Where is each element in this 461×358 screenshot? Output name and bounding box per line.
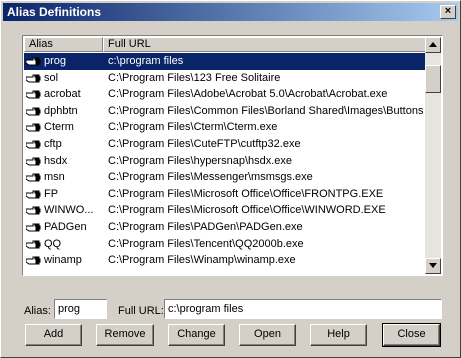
alias-definitions-dialog: Alias Definitions × Alias Full URL prog c… bbox=[0, 0, 461, 358]
pointing-hand-icon bbox=[25, 189, 42, 200]
scrollbar-thumb[interactable] bbox=[425, 65, 441, 93]
list-item[interactable]: cftp C:\Program Files\CuteFTP\cutftp32.ex… bbox=[24, 136, 426, 153]
full-url-label: Full URL: bbox=[118, 305, 164, 317]
pointing-hand-icon bbox=[25, 172, 42, 183]
list-item[interactable]: prog c:\program files bbox=[24, 53, 426, 70]
scroll-down-button[interactable] bbox=[425, 258, 441, 274]
list-item-url: C:\Program Files\Adobe\Acrobat 5.0\Acrob… bbox=[108, 88, 388, 101]
list-item-alias: Cterm bbox=[44, 121, 74, 134]
list-item-url: C:\Program Files\Tencent\QQ2000b.exe bbox=[108, 237, 304, 250]
list-item[interactable]: FP C:\Program Files\Microsoft Office\Offi… bbox=[24, 186, 426, 203]
pointing-hand-icon bbox=[25, 222, 42, 233]
list-item[interactable]: WINWO... C:\Program Files\Microsoft Offic… bbox=[24, 202, 426, 219]
alias-label: Alias: bbox=[24, 305, 51, 317]
list-item-url: C:\Program Files\Microsoft Office\Office… bbox=[108, 204, 386, 217]
help-button[interactable]: Help bbox=[310, 324, 367, 346]
list-item[interactable]: hsdx C:\Program Files\hypersnap\hsdx.exe bbox=[24, 153, 426, 170]
list-item-url: C:\Program Files\123 Free Solitaire bbox=[108, 71, 281, 84]
window-title: Alias Definitions bbox=[7, 5, 102, 19]
list-item[interactable]: dphbtn C:\Program Files\Common Files\Borl… bbox=[24, 103, 426, 120]
list-item-url: C:\Program Files\Messenger\msmsgs.exe bbox=[108, 171, 313, 184]
list-item-alias: sol bbox=[44, 71, 59, 84]
arrow-up-icon bbox=[429, 42, 437, 47]
vertical-scrollbar[interactable] bbox=[425, 37, 441, 274]
list-item-alias: prog bbox=[44, 55, 67, 67]
list-item-alias: acrobat bbox=[44, 88, 81, 101]
list-item-alias: dphbtn bbox=[44, 104, 78, 117]
list-item[interactable]: acrobat C:\Program Files\Adobe\Acrobat 5.… bbox=[24, 86, 426, 103]
list-item[interactable]: msn C:\Program Files\Messenger\msmsgs.exe bbox=[24, 169, 426, 186]
column-header-alias[interactable]: Alias bbox=[24, 37, 103, 52]
pointing-hand-icon bbox=[25, 89, 42, 100]
add-button[interactable]: Add bbox=[25, 324, 82, 346]
scroll-up-button[interactable] bbox=[425, 37, 441, 53]
list-item-url: C:\Program Files\Cterm\Cterm.exe bbox=[108, 121, 278, 134]
full-url-input[interactable] bbox=[164, 299, 442, 319]
list-item-url: C:\Program Files\PADGen\PADGen.exe bbox=[108, 220, 303, 233]
pointing-hand-icon bbox=[25, 255, 42, 266]
change-button[interactable]: Change bbox=[168, 324, 225, 346]
column-header-url[interactable]: Full URL bbox=[103, 37, 426, 52]
list-header: Alias Full URL bbox=[24, 37, 426, 52]
close-window-button[interactable]: × bbox=[440, 5, 456, 19]
list-item-url: C:\Program Files\hypersnap\hsdx.exe bbox=[108, 154, 293, 167]
remove-button[interactable]: Remove bbox=[96, 324, 154, 346]
close-button[interactable]: Close bbox=[382, 323, 441, 347]
pointing-hand-icon bbox=[25, 56, 42, 67]
list-item[interactable]: Cterm C:\Program Files\Cterm\Cterm.exe bbox=[24, 119, 426, 136]
list-item-url: c:\program files bbox=[108, 55, 184, 67]
title-bar[interactable]: Alias Definitions × bbox=[3, 3, 458, 21]
open-button[interactable]: Open bbox=[239, 324, 296, 346]
pointing-hand-icon bbox=[25, 73, 42, 84]
list-item[interactable]: winamp C:\Program Files\Winamp\winamp.exe bbox=[24, 252, 426, 269]
list-item[interactable]: QQ C:\Program Files\Tencent\QQ2000b.exe bbox=[24, 236, 426, 253]
list-item-alias: QQ bbox=[44, 237, 62, 250]
list-item-alias: FP bbox=[44, 187, 59, 200]
list-item-url: C:\Program Files\Winamp\winamp.exe bbox=[108, 254, 296, 267]
list-item[interactable]: PADGen C:\Program Files\PADGen\PADGen.exe bbox=[24, 219, 426, 236]
list-item-url: C:\Program Files\Microsoft Office\Office… bbox=[108, 187, 384, 200]
list-item-alias: hsdx bbox=[44, 154, 68, 167]
alias-input[interactable] bbox=[54, 299, 107, 319]
list-rows: prog c:\program files sol C:\Program Files\… bbox=[24, 53, 426, 269]
alias-list[interactable]: Alias Full URL prog c:\program files sol C:… bbox=[22, 35, 443, 276]
pointing-hand-icon bbox=[25, 139, 42, 150]
pointing-hand-icon bbox=[25, 239, 42, 250]
pointing-hand-icon bbox=[25, 122, 42, 133]
arrow-down-icon bbox=[429, 263, 437, 268]
list-item-alias: WINWO... bbox=[44, 204, 94, 217]
list-item-alias: winamp bbox=[44, 254, 82, 267]
list-item[interactable]: sol C:\Program Files\123 Free Solitaire bbox=[24, 70, 426, 87]
list-item-alias: msn bbox=[44, 171, 65, 184]
pointing-hand-icon bbox=[25, 106, 42, 117]
pointing-hand-icon bbox=[25, 156, 42, 167]
list-item-alias: cftp bbox=[44, 137, 62, 150]
pointing-hand-icon bbox=[25, 205, 42, 216]
list-item-url: C:\Program Files\Common Files\Borland Sh… bbox=[108, 104, 424, 117]
list-item-alias: PADGen bbox=[44, 220, 87, 233]
list-item-url: C:\Program Files\CuteFTP\cutftp32.exe bbox=[108, 137, 301, 150]
